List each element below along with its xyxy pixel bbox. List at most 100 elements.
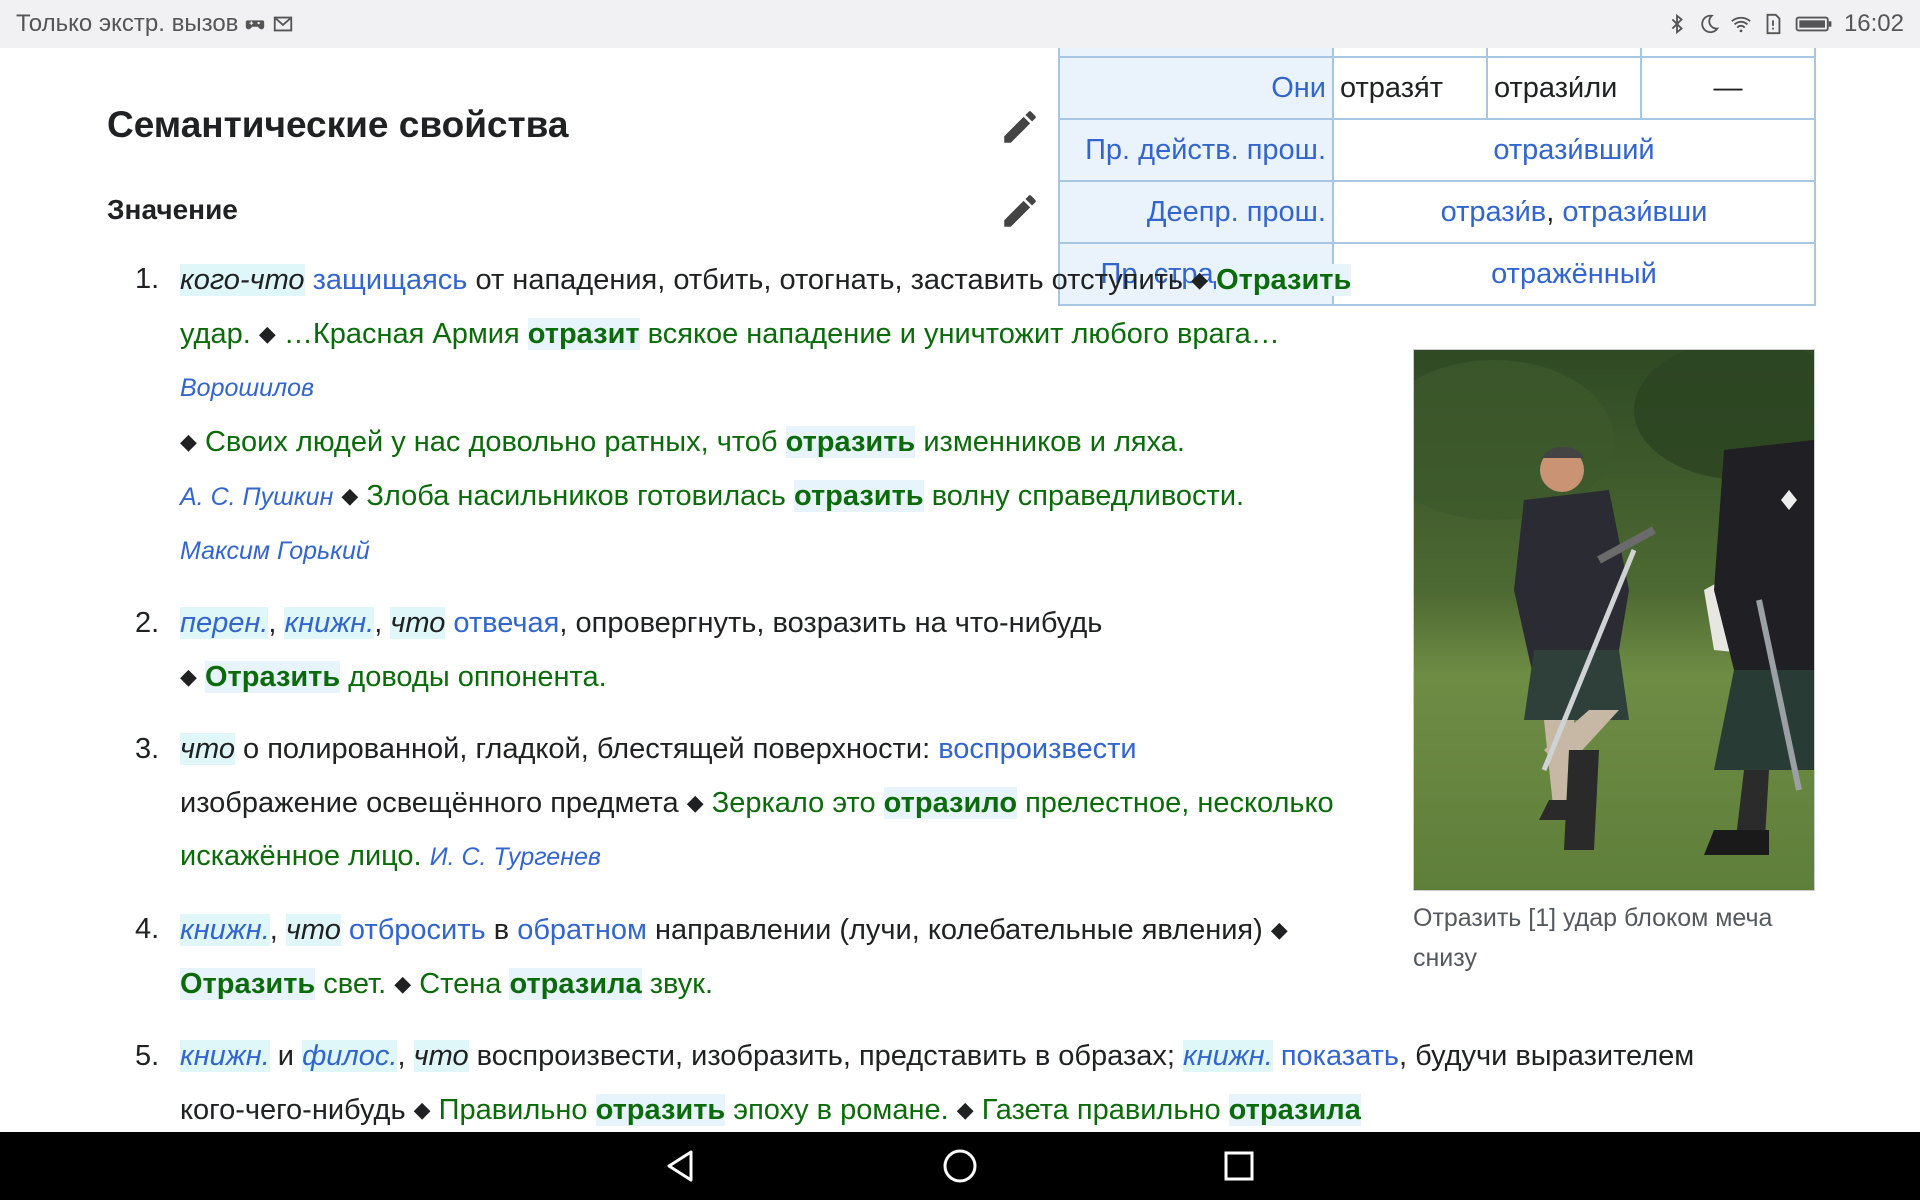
example-keyword: Отразить: [204, 661, 341, 693]
table-separator: ,: [1546, 195, 1563, 228]
list-number: 1.: [135, 263, 160, 295]
grammar-label: что: [390, 607, 446, 639]
definition-link[interactable]: отбросить: [349, 914, 486, 946]
grammar-label[interactable]: книжн.: [180, 1040, 270, 1072]
example-text: звук.: [641, 968, 714, 1000]
example-text: доводы оппонента.: [340, 661, 607, 693]
example: Своих людей у нас довольно ратных, чтоб …: [205, 426, 1185, 458]
example-text: волну справедливости.: [923, 480, 1245, 512]
list-number: 5.: [135, 1040, 160, 1072]
section-title: Семантические свойства: [107, 104, 569, 145]
example-keyword: отразить: [595, 1094, 726, 1126]
definition-link[interactable]: показать: [1281, 1040, 1399, 1072]
example-keyword: Отразить: [180, 968, 316, 1000]
recents-icon[interactable]: [1217, 1144, 1261, 1188]
definition-text: , опровергнуть, возразить на что-нибудь: [559, 607, 1103, 639]
definition-item: 3. что о полированной, гладкой, блестяще…: [135, 723, 1380, 884]
edit-section-pencil-icon[interactable]: [999, 106, 1041, 148]
example-text: удар.: [180, 318, 251, 350]
status-bar: Только экстр. вызов 16:02: [0, 0, 1920, 48]
example-keyword: отразит: [527, 318, 640, 350]
table-link-cell: отрази́в, отрази́вши: [1332, 180, 1816, 244]
example-separator-icon: ◆: [1270, 917, 1288, 942]
example: Газета правильно отразила: [982, 1094, 1361, 1126]
grammar-label[interactable]: книжн.: [1183, 1040, 1273, 1072]
edit-subsection-pencil-icon[interactable]: [999, 190, 1041, 232]
example-text: Газета правильно: [981, 1094, 1229, 1126]
example-text: всякое нападение и уничтожит любого враг…: [639, 318, 1280, 350]
grammar-label: что: [413, 1040, 469, 1072]
table-row: [1058, 48, 1816, 58]
moon-icon: [1698, 13, 1720, 35]
example-keyword: отразила: [1228, 1094, 1361, 1126]
example-separator-icon: ◆: [180, 664, 197, 689]
example-keyword: отразило: [883, 787, 1018, 819]
definition-link[interactable]: обратном: [517, 914, 647, 946]
example-author-link[interactable]: Ворошилов: [180, 374, 314, 402]
mail-icon: [272, 13, 294, 35]
definition-link[interactable]: отвечая: [453, 607, 559, 639]
example-text: Стена: [419, 968, 510, 1000]
example-author-link[interactable]: Максим Горький: [180, 537, 370, 565]
battery-icon: [1794, 13, 1834, 35]
sim-icon: [1762, 13, 1784, 35]
table-link[interactable]: отрази́вши: [1562, 196, 1707, 228]
table-cell: —: [1640, 56, 1816, 120]
table-link[interactable]: отрази́в: [1441, 196, 1547, 228]
example-text: изменников и ляха.: [915, 426, 1185, 458]
grammar-label[interactable]: перен.: [180, 607, 269, 639]
table-header-cell[interactable]: Они: [1058, 56, 1334, 120]
carrier-text: Только экстр. вызов: [16, 10, 239, 37]
status-left: Только экстр. вызов: [16, 10, 294, 38]
example-separator-icon: ◆: [1191, 267, 1209, 292]
definition-link[interactable]: воспроизвести: [938, 733, 1136, 765]
back-icon[interactable]: [659, 1144, 703, 1188]
example-separator-icon: ◆: [341, 483, 359, 508]
example-separator-icon: ◆: [686, 790, 704, 815]
example-separator-icon: ◆: [258, 321, 276, 346]
example-text: …Красная Армия: [283, 318, 528, 350]
table-header-cell[interactable]: Пр. действ. прош.: [1058, 118, 1334, 182]
table-cell: отрази́ли: [1486, 56, 1642, 120]
example-text: Своих людей у нас довольно ратных, чтоб: [204, 426, 786, 458]
example-text: свет.: [315, 968, 387, 1000]
gamepad-icon: [244, 13, 266, 35]
table-link-cell[interactable]: отражённый: [1332, 242, 1816, 306]
grammar-label: что: [285, 914, 341, 946]
table-header-cell[interactable]: Деепр. прош.: [1058, 180, 1334, 244]
example-text: Правильно: [438, 1094, 596, 1126]
example: Правильно отразить эпоху в романе.: [439, 1094, 949, 1126]
example-keyword: отразила: [509, 968, 642, 1000]
example-author-link[interactable]: А. С. Пушкин: [180, 483, 333, 511]
example-separator-icon: ◆: [413, 1097, 431, 1122]
definition-item: 2. перен., книжн., что отвечая, опроверг…: [135, 597, 1380, 704]
illustration-image[interactable]: [1413, 349, 1815, 891]
example-text: Злоба насильников готовилась: [366, 480, 794, 512]
definition-item: 5. книжн. и филос., что воспроизвести, и…: [135, 1030, 1740, 1132]
definition-item: 4. книжн., что отбросить в обратном напр…: [135, 903, 1380, 1011]
table-row: Пр. действ. прош. отрази́вший: [1058, 118, 1816, 182]
definition-text: в: [485, 914, 518, 946]
grammar-label[interactable]: книжн.: [284, 607, 375, 639]
example: Стена отразила звук.: [419, 968, 713, 1000]
table-cell: отразя́т: [1332, 56, 1488, 120]
table-row: Они отразя́т отрази́ли —: [1058, 56, 1816, 120]
example: Отразить свет.: [180, 968, 386, 1000]
definition-text: изображение освещённого предмета: [180, 787, 687, 819]
home-icon[interactable]: [938, 1144, 982, 1188]
grammar-label[interactable]: книжн.: [180, 914, 270, 946]
example-separator-icon: ◆: [956, 1097, 974, 1122]
example-keyword: Отразить: [1216, 264, 1352, 296]
table-link-cell[interactable]: отрази́вший: [1332, 118, 1816, 182]
example-text: эпоху в романе.: [725, 1094, 949, 1126]
example-author-link[interactable]: И. С. Тургенев: [430, 843, 601, 871]
definition-link[interactable]: защищаясь: [313, 264, 468, 296]
example-keyword: отразить: [785, 426, 916, 458]
definition-text: воспроизвести, изобразить, представить в…: [468, 1040, 1184, 1072]
table-row: Деепр. прош. отрази́в, отрази́вши: [1058, 180, 1816, 244]
subsection-title: Значение: [107, 194, 238, 225]
grammar-label[interactable]: филос.: [302, 1040, 398, 1072]
example: Отразить доводы оппонента.: [204, 661, 607, 693]
example-separator-icon: ◆: [180, 429, 197, 454]
grammar-label: что: [180, 733, 235, 765]
